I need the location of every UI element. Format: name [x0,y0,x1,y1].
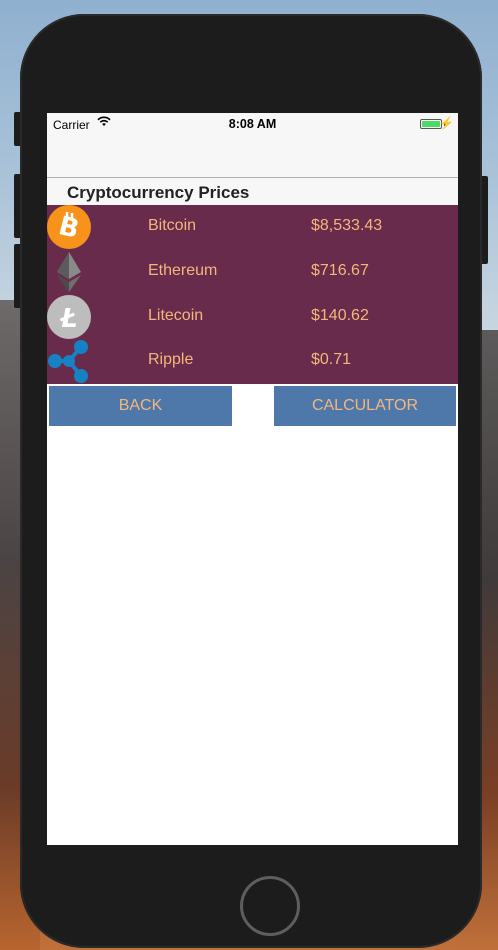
prices-table: B Bitcoin $8,533.43 Ethereum $716.67 Ł L… [47,205,458,384]
back-button[interactable]: BACK [49,386,232,426]
coin-name: Ripple [148,351,194,369]
table-row[interactable]: Ł Litecoin $140.62 [47,294,458,340]
app-screen: Carrier 8:08 AM ⚡ Cryptocurrency Prices … [47,113,458,845]
coin-price: $8,533.43 [311,217,383,234]
table-row[interactable]: Ethereum $716.67 [47,250,458,295]
coin-price: $140.62 [311,306,369,324]
coin-name: Ethereum [148,261,218,279]
ethereum-icon [57,251,81,292]
bitcoin-icon: B [47,205,91,249]
coin-name: Bitcoin [148,217,197,234]
coin-name: Litecoin [148,306,204,324]
section-title: Cryptocurrency Prices [67,183,250,202]
navigation-bar [47,135,458,178]
calculator-button[interactable]: CALCULATOR [274,386,456,426]
status-bar: Carrier 8:08 AM ⚡ [47,113,458,135]
litecoin-icon: Ł [47,294,91,339]
home-button[interactable] [240,876,300,936]
coin-price: $716.67 [311,261,369,279]
svg-text:Ł: Ł [59,304,77,334]
table-row[interactable]: Ripple $0.71 [47,339,458,384]
ripple-icon [48,340,88,384]
coin-price: $0.71 [311,351,352,369]
section-header: Cryptocurrency Prices [47,178,458,205]
status-time: 8:08 AM [228,117,277,131]
charging-bolt-icon: ⚡ [439,116,454,130]
table-row[interactable]: B Bitcoin $8,533.43 [47,205,458,250]
